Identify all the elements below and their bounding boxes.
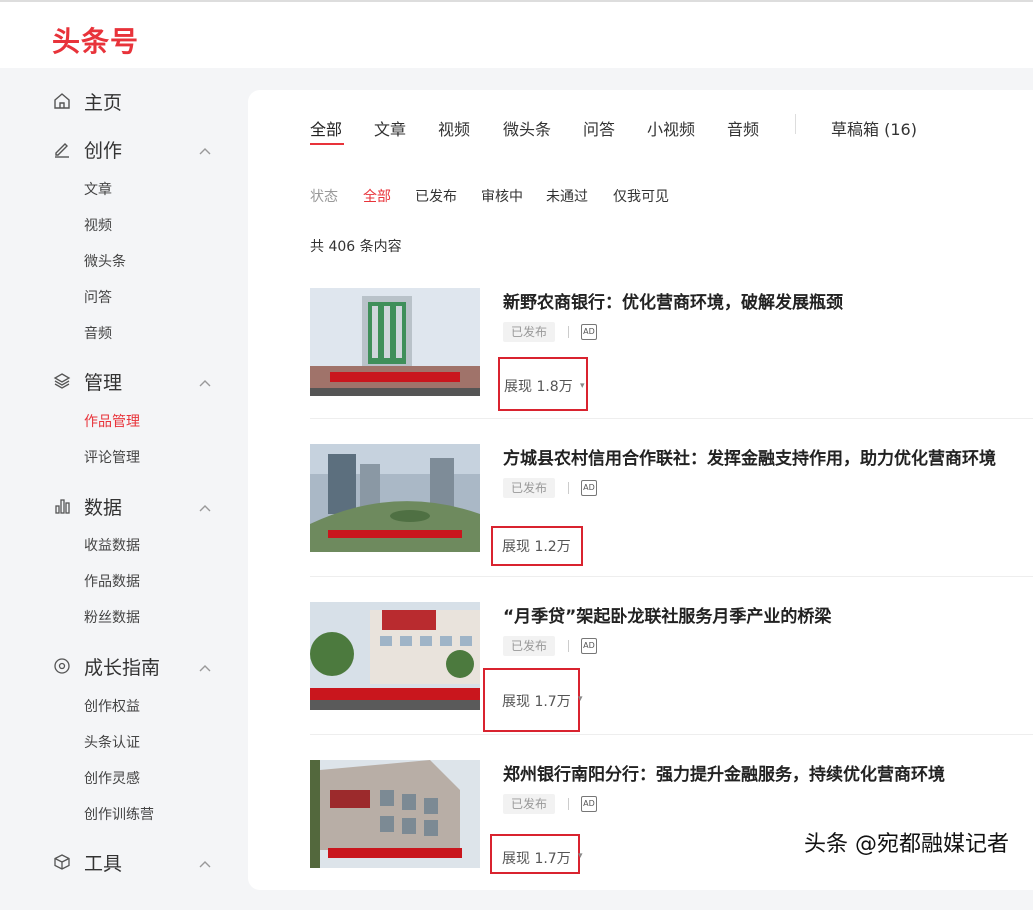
item-title[interactable]: 方城县农村信用合作联社：发挥金融支持作用，助力优化营商环境: [503, 444, 996, 469]
list-item[interactable]: 新野农商银行：优化营商环境，破解发展瓶颈 已发布 AD: [310, 288, 1033, 438]
sidebar-tools[interactable]: 工具: [52, 847, 212, 877]
top-bar: 头条号: [0, 0, 1033, 68]
sidebar-create-label: 创作: [84, 136, 122, 163]
caret-down-icon[interactable]: ▾: [578, 694, 583, 704]
sidebar-item-fans[interactable]: 粉丝数据: [84, 607, 140, 627]
list-item[interactable]: 方城县农村信用合作联社：发挥金融支持作用，助力优化营商环境 已发布 AD: [310, 444, 1033, 594]
views-count: 展现 1.7万: [502, 691, 571, 711]
tab-divider: [795, 114, 796, 134]
status-badge: 已发布: [503, 478, 555, 498]
cube-icon: [52, 852, 72, 872]
tab-short-video[interactable]: 小视频: [647, 116, 695, 140]
sidebar-item-comments[interactable]: 评论管理: [84, 447, 140, 467]
sidebar-item-camp[interactable]: 创作训练营: [84, 804, 154, 824]
thumbnail[interactable]: [310, 760, 480, 868]
filter-private[interactable]: 仅我可见: [613, 186, 669, 206]
ad-icon: AD: [581, 324, 597, 340]
chevron-up-icon[interactable]: [198, 499, 212, 518]
row-divider: [310, 418, 1033, 419]
sidebar-item-works[interactable]: 作品管理: [84, 411, 140, 431]
active-tab-indicator: [310, 143, 344, 145]
sidebar-manage-label: 管理: [84, 368, 122, 395]
sidebar-home[interactable]: 主页: [52, 86, 212, 116]
tab-audio[interactable]: 音频: [727, 116, 759, 140]
filter-label: 状态: [310, 186, 338, 206]
tab-video[interactable]: 视频: [438, 116, 470, 140]
sidebar-tools-label: 工具: [84, 849, 122, 876]
chevron-up-icon[interactable]: [198, 855, 212, 874]
layers-icon: [52, 371, 72, 391]
tab-micro[interactable]: 微头条: [503, 116, 551, 140]
sidebar-item-qa[interactable]: 问答: [84, 287, 112, 307]
sidebar: 主页 创作 文章 视频 微头条 问答 音频 管理 作品管理 评论管理 数据 收益…: [0, 68, 248, 878]
separator: [568, 482, 569, 494]
sidebar-data-label: 数据: [84, 493, 122, 520]
sidebar-item-verify[interactable]: 头条认证: [84, 732, 140, 752]
caret-down-icon[interactable]: ▾: [578, 851, 583, 861]
sidebar-item-work-data[interactable]: 作品数据: [84, 571, 140, 591]
caret-down-icon[interactable]: ▾: [580, 381, 585, 391]
sidebar-item-micro[interactable]: 微头条: [84, 251, 126, 271]
tab-article[interactable]: 文章: [374, 116, 406, 140]
logo[interactable]: 头条号: [52, 20, 139, 60]
thumbnail[interactable]: [310, 602, 480, 710]
sidebar-item-video[interactable]: 视频: [84, 215, 112, 235]
ad-icon: AD: [581, 796, 597, 812]
views-count: 展现 1.8万: [504, 376, 573, 396]
compass-icon: [52, 656, 72, 676]
row-divider: [310, 734, 1033, 735]
separator: [568, 640, 569, 652]
sidebar-item-inspiration[interactable]: 创作灵感: [84, 768, 140, 788]
pen-icon: [52, 139, 72, 159]
sidebar-item-revenue[interactable]: 收益数据: [84, 535, 140, 555]
home-icon: [52, 91, 72, 111]
drafts-link[interactable]: 草稿箱 (16): [831, 116, 917, 140]
tab-qa[interactable]: 问答: [583, 116, 615, 140]
thumbnail[interactable]: [310, 288, 480, 396]
item-title[interactable]: “月季贷”架起卧龙联社服务月季产业的桥梁: [503, 602, 831, 627]
filter-published[interactable]: 已发布: [415, 186, 457, 206]
sidebar-item-benefits[interactable]: 创作权益: [84, 696, 140, 716]
sidebar-data[interactable]: 数据: [52, 491, 212, 521]
item-title[interactable]: 新野农商银行：优化营商环境，破解发展瓶颈: [503, 288, 843, 313]
row-divider: [310, 576, 1033, 577]
chevron-up-icon[interactable]: [198, 659, 212, 678]
content-count: 共 406 条内容: [310, 236, 402, 256]
separator: [568, 798, 569, 810]
list-item[interactable]: “月季贷”架起卧龙联社服务月季产业的桥梁 已发布 AD: [310, 602, 1033, 752]
sidebar-create[interactable]: 创作: [52, 134, 212, 164]
ad-icon: AD: [581, 638, 597, 654]
sidebar-growth[interactable]: 成长指南: [52, 651, 212, 681]
status-badge: 已发布: [503, 636, 555, 656]
status-badge: 已发布: [503, 794, 555, 814]
status-badge: 已发布: [503, 322, 555, 342]
views-count: 展现 1.2万: [502, 536, 571, 556]
watermark: 头条 @宛都融媒记者: [804, 826, 1009, 858]
sidebar-item-article[interactable]: 文章: [84, 179, 112, 199]
separator: [568, 326, 569, 338]
tab-all[interactable]: 全部: [310, 116, 342, 140]
filter-reviewing[interactable]: 审核中: [481, 186, 523, 206]
sidebar-home-label: 主页: [84, 88, 122, 115]
item-title[interactable]: 郑州银行南阳分行：强力提升金融服务，持续优化营商环境: [503, 760, 945, 785]
views-count: 展现 1.7万: [502, 848, 571, 868]
sidebar-item-audio[interactable]: 音频: [84, 323, 112, 343]
bar-chart-icon: [52, 496, 72, 516]
main-panel: 全部 文章 视频 微头条 问答 小视频 音频 草稿箱 (16) 状态 全部 已发…: [248, 90, 1033, 890]
thumbnail[interactable]: [310, 444, 480, 552]
chevron-up-icon[interactable]: [198, 142, 212, 161]
sidebar-manage[interactable]: 管理: [52, 366, 212, 396]
filter-rejected[interactable]: 未通过: [546, 186, 588, 206]
ad-icon: AD: [581, 480, 597, 496]
sidebar-growth-label: 成长指南: [84, 653, 160, 680]
filter-all[interactable]: 全部: [363, 186, 391, 206]
chevron-up-icon[interactable]: [198, 374, 212, 393]
